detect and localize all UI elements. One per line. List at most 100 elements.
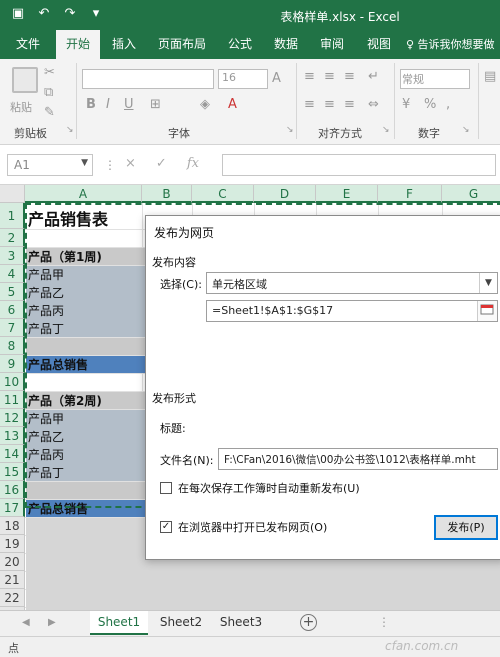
tab-view[interactable]: 视图 [356,30,402,59]
select-all-corner[interactable] [0,185,25,203]
column-header-e[interactable]: E [316,185,378,203]
row-header-5[interactable]: 5 [0,283,25,301]
tab-data[interactable]: 数据 [264,30,308,59]
comma-style-icon[interactable]: , [446,97,450,112]
chevron-down-icon[interactable]: ▼ [81,158,88,168]
column-header-f[interactable]: F [378,185,442,203]
conditional-format-icon[interactable]: ▤ [484,69,496,84]
row-header-22[interactable]: 22 [0,589,25,607]
align-bottom-icon[interactable]: ≡ [344,69,355,84]
merge-center-icon[interactable]: ⇔ [368,97,379,112]
cell-a17[interactable]: 产品总销售 [28,500,88,517]
font-launcher-icon[interactable]: ↘ [286,125,294,135]
column-header-d[interactable]: D [254,185,316,203]
cell-a13[interactable]: 产品乙 [28,428,64,445]
row-header-6[interactable]: 6 [0,301,25,319]
column-header-b[interactable]: B [142,185,192,203]
tab-insert[interactable]: 插入 [100,30,148,59]
column-header-g[interactable]: G [442,185,500,203]
sheet-tab-sheet2[interactable]: Sheet2 [152,611,210,635]
tab-file[interactable]: 文件 [0,30,56,59]
row-header-12[interactable]: 12 [0,409,25,427]
percent-icon[interactable]: % [424,97,436,112]
align-right-icon[interactable]: ≡ [344,97,355,112]
tab-home[interactable]: 开始 [56,30,100,59]
row-header-4[interactable]: 4 [0,265,25,283]
insert-function-icon[interactable]: fx [187,156,199,171]
cell-a11[interactable]: 产品（第2周) [28,392,102,409]
align-center-icon[interactable]: ≡ [324,97,335,112]
sheet-tab-sheet1[interactable]: Sheet1 [90,611,148,635]
row-header-19[interactable]: 19 [0,535,25,553]
more-options-icon[interactable]: ⋮ [378,615,390,629]
borders-icon[interactable]: ⊞ [150,97,161,112]
cell-a6[interactable]: 产品丙 [28,302,64,319]
row-header-8[interactable]: 8 [0,337,25,355]
autorepublish-checkbox[interactable] [160,482,172,494]
align-left-icon[interactable]: ≡ [304,97,315,112]
align-middle-icon[interactable]: ≡ [324,69,335,84]
row-header-20[interactable]: 20 [0,553,25,571]
row-header-18[interactable]: 18 [0,517,25,535]
sheet-tab-sheet3[interactable]: Sheet3 [212,611,270,635]
enter-icon[interactable]: ✓ [156,156,167,171]
row-header-13[interactable]: 13 [0,427,25,445]
cancel-icon[interactable]: × [125,156,136,171]
row-header-10[interactable]: 10 [0,373,25,391]
name-box[interactable]: A1 ▼ [7,154,93,176]
alignment-launcher-icon[interactable]: ↘ [382,125,390,135]
underline-button[interactable]: U [124,97,134,112]
cell-a4[interactable]: 产品甲 [28,266,64,283]
fill-color-icon[interactable]: ◈ [200,97,210,112]
row-header-11[interactable]: 11 [0,391,25,409]
cell-a12[interactable]: 产品甲 [28,410,64,427]
row-header-16[interactable]: 16 [0,481,25,499]
cell-a9[interactable]: 产品总销售 [28,356,88,373]
range-field[interactable]: =Sheet1!$A$1:$G$17 [206,300,498,322]
paste-icon[interactable] [12,67,38,93]
tab-formulas[interactable]: 公式 [216,30,264,59]
format-painter-icon[interactable]: ✎ [44,105,55,120]
cell-a3[interactable]: 产品（第1周) [28,248,102,265]
filename-field[interactable]: F:\CFan\2016\微信\00办公书签\1012\表格样单.mht [218,448,498,470]
open-in-browser-checkbox[interactable]: ✓ [160,521,172,533]
cut-icon[interactable]: ✂ [44,65,55,80]
row-header-1[interactable]: 1 [0,203,25,229]
bold-button[interactable]: B [86,97,96,112]
add-sheet-icon[interactable]: + [300,614,317,631]
row-header-15[interactable]: 15 [0,463,25,481]
tab-page-layout[interactable]: 页面布局 [148,30,216,59]
row-header-2[interactable]: 2 [0,229,25,247]
range-picker-icon[interactable] [477,301,497,321]
row-header-21[interactable]: 21 [0,571,25,589]
row-header-14[interactable]: 14 [0,445,25,463]
row-header-9[interactable]: 9 [0,355,25,373]
column-header-a[interactable]: A [25,185,142,203]
font-color-icon[interactable]: A [228,97,237,112]
paste-button-label[interactable]: 粘贴 [10,99,32,115]
align-top-icon[interactable]: ≡ [304,69,315,84]
row-header-7[interactable]: 7 [0,319,25,337]
currency-icon[interactable]: ¥ [402,97,410,112]
scroll-left-icon[interactable]: ◀ [22,617,30,628]
cell-a7[interactable]: 产品丁 [28,320,64,337]
number-launcher-icon[interactable]: ↘ [462,125,470,135]
increase-font-icon[interactable]: A [272,71,281,86]
clipboard-launcher-icon[interactable]: ↘ [66,125,74,135]
italic-button[interactable]: I [106,97,110,112]
publish-button[interactable]: 发布(P) [434,515,498,540]
font-name-combo[interactable] [82,69,214,89]
tab-review[interactable]: 审阅 [308,30,356,59]
cell-a1[interactable]: 产品销售表 [28,206,108,230]
row-header-3[interactable]: 3 [0,247,25,265]
cell-a5[interactable]: 产品乙 [28,284,64,301]
open-in-browser-label[interactable]: 在浏览器中打开已发布网页(O) [178,519,327,535]
formula-input[interactable] [222,154,496,176]
chevron-down-icon[interactable]: ▼ [479,273,497,293]
cell-a15[interactable]: 产品丁 [28,464,64,481]
choose-select[interactable]: 单元格区域 ▼ [206,272,498,294]
cell-a14[interactable]: 产品丙 [28,446,64,463]
autorepublish-label[interactable]: 在每次保存工作簿时自动重新发布(U) [178,480,360,496]
column-header-c[interactable]: C [192,185,254,203]
wrap-text-icon[interactable]: ↵ [368,69,379,84]
